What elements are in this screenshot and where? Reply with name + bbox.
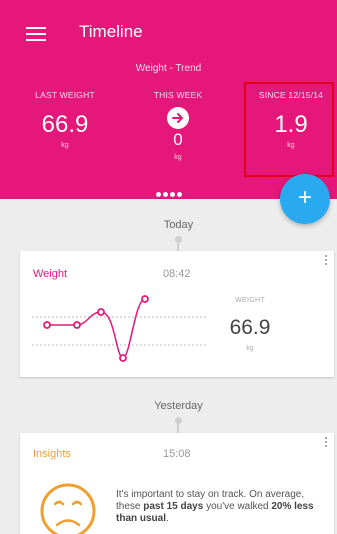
yesterday-label: Yesterday [154,400,203,412]
weight-card[interactable]: Weight 08:42 WEIGHT 66.9 kg [20,251,334,377]
highlight-box [244,82,334,177]
today-label: Today [163,219,194,231]
timeline-pin [175,236,182,243]
header: Timeline Weight - Trend LAST WEIGHT 66.9… [0,0,337,199]
page-dot[interactable] [169,192,175,197]
sad-face-icon [40,483,96,534]
weight-summary: WEIGHT 66.9 kg [215,297,285,352]
more-options-icon[interactable] [324,255,328,269]
last-weight-label: LAST WEIGHT [35,90,95,100]
trend-point [73,321,81,329]
insight-days: past 15 days [143,501,204,512]
this-week-label: THIS WEEK [153,90,203,100]
weight-side-unit: kg [246,345,254,352]
weight-trend-chart [32,295,208,362]
last-weight-stat: LAST WEIGHT 66.9 kg [10,90,120,149]
insights-card[interactable]: Insights 15:08 It's important to stay on… [20,433,334,534]
timeline-stem [177,424,179,433]
weight-side-label: WEIGHT [235,297,265,304]
weight-card-time: 08:42 [163,268,191,280]
page-dot[interactable] [162,192,168,197]
trend-title: Weight - Trend [135,63,202,74]
trend-point [141,295,149,303]
add-button[interactable]: + [280,174,330,224]
insights-card-title: Insights [33,448,71,460]
weight-card-title: Weight [33,268,68,280]
app-title: Timeline [79,22,143,41]
this-week-stat: THIS WEEK 0 kg [123,90,233,161]
this-week-value: 0 [173,130,183,149]
insight-message: It's important to stay on track. On aver… [116,489,314,524]
last-weight-value: 66.9 [41,111,89,138]
timeline-stem [177,243,179,251]
page-dot[interactable] [155,192,161,197]
page-dot[interactable] [176,192,182,197]
trend-point [119,354,127,362]
timeline-pin [175,417,182,424]
more-options-icon[interactable] [324,437,328,451]
trend-point [97,308,105,316]
insights-card-time: 15:08 [163,448,191,460]
hamburger-icon[interactable] [26,27,46,41]
last-weight-unit: kg [61,142,69,149]
trend-point [43,321,51,329]
this-week-unit: kg [174,154,182,161]
weight-side-value: 66.9 [229,316,271,339]
arrow-right-icon [167,107,189,129]
